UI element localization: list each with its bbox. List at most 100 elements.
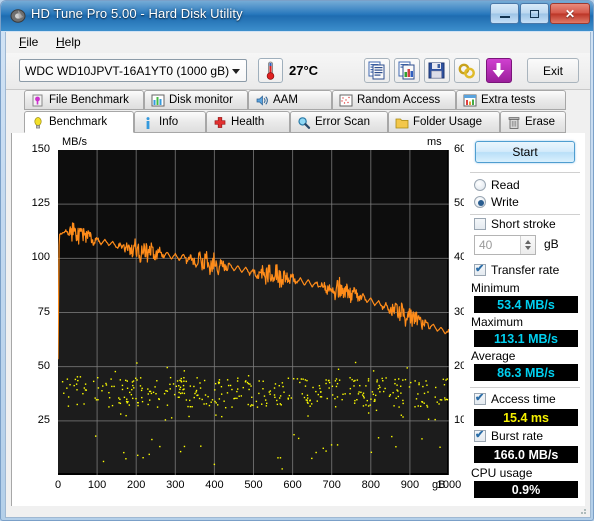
radio-read[interactable]: Read [474, 178, 520, 192]
checkbox-burst-rate-indicator [474, 428, 486, 442]
status-bar [5, 506, 591, 518]
maximize-button[interactable] [520, 3, 549, 24]
y-tick-left-150: 150 [31, 143, 50, 155]
radio-write-indicator [474, 196, 486, 208]
tab-random-access[interactable]: Random Access [332, 90, 456, 110]
tab-erase[interactable]: Erase [500, 111, 566, 133]
benchmark-panel: MB/s ms gB 25 50 75 100 125 150 10 20 30 40 50 60 … [11, 133, 585, 510]
x-tick-800: 800 [361, 479, 380, 491]
checkbox-access-time-indicator [474, 391, 486, 405]
menu-bar: File Help [6, 32, 590, 53]
tab-extra-tests[interactable]: Extra tests [456, 90, 566, 110]
maximize-icon [521, 4, 548, 23]
y-tick-left-125: 125 [31, 197, 50, 210]
x-tick-1000: 1000 [436, 479, 462, 491]
tab-benchmark[interactable]: Benchmark [24, 111, 134, 133]
chevron-down-icon [232, 69, 240, 74]
health-cross-icon [213, 116, 227, 129]
checkbox-transfer-rate[interactable]: Transfer rate [474, 262, 560, 277]
controls-panel: Start Read Write Short stroke 40 gB ✔ Tr… [464, 133, 585, 510]
tab-info-label: Info [159, 116, 179, 128]
x-tick-500: 500 [244, 479, 263, 491]
minimize-button[interactable] [490, 3, 519, 24]
checkbox-transfer-rate-label: Transfer rate [491, 263, 560, 277]
folder-icon [395, 116, 409, 129]
menu-help[interactable]: Help [51, 35, 86, 51]
tool-bar: WDC WD10JPVT-16A1YT0 (1000 gB) 27°C Exit [6, 53, 590, 90]
x-tick-100: 100 [87, 479, 107, 491]
copy-icon[interactable] [364, 58, 390, 83]
stepper-buttons[interactable] [520, 236, 535, 254]
thermometer-icon [266, 61, 275, 80]
tab-file-benchmark-label: File Benchmark [49, 94, 129, 106]
lightbulb-icon [31, 116, 45, 129]
minimum-value: 53.4 MB/s [474, 296, 578, 313]
axis-label-ms: ms [427, 136, 442, 148]
access-time-value: 15.4 ms [474, 409, 578, 426]
checkbox-short-stroke[interactable]: Short stroke [474, 217, 556, 231]
tab-random-access-label: Random Access [357, 94, 441, 106]
checkbox-short-stroke-label: Short stroke [491, 217, 556, 231]
benchmark-graph: MB/s ms gB 25 50 75 100 125 150 10 20 30 40 50 60 … [12, 133, 467, 510]
y-tick-left-75: 75 [37, 305, 50, 318]
tab-benchmark-label: Benchmark [49, 116, 108, 128]
x-tick-400: 400 [205, 479, 224, 491]
title-bar: HD Tune Pro 5.00 - Hard Disk Utility ✕ [1, 1, 593, 31]
short-stroke-value: 40 [479, 238, 493, 252]
maximum-label: Maximum [471, 315, 524, 329]
resize-grip-icon[interactable] [577, 505, 587, 515]
tab-error-scan[interactable]: Error Scan [290, 111, 388, 133]
copy-graph-icon[interactable] [394, 58, 420, 83]
window-title: HD Tune Pro 5.00 - Hard Disk Utility [31, 6, 243, 21]
app-window: HD Tune Pro 5.00 - Hard Disk Utility ✕ F… [0, 0, 594, 521]
tab-extra-tests-label: Extra tests [481, 94, 536, 106]
tab-info[interactable]: Info [134, 111, 206, 133]
menu-file-label: ile [26, 35, 39, 49]
tab-folder-usage[interactable]: Folder Usage [388, 111, 500, 133]
tab-file-benchmark[interactable]: File Benchmark [24, 90, 144, 110]
exit-button[interactable]: Exit [527, 58, 579, 83]
tabs-row-bottom: Benchmark Info Health Error Scan Folder … [6, 111, 590, 134]
divider-2 [470, 214, 580, 215]
radio-write[interactable]: Write [474, 195, 519, 209]
tab-erase-label: Erase [525, 116, 556, 128]
tab-error-scan-label: Error Scan [315, 116, 370, 128]
checkbox-access-time[interactable]: Access time [474, 391, 556, 406]
tab-disk-monitor-label: Disk monitor [169, 94, 233, 106]
maximum-value: 113.1 MB/s [474, 330, 578, 347]
file-benchmark-icon [31, 94, 45, 107]
start-button-label: Start [512, 145, 538, 159]
tab-disk-monitor[interactable]: Disk monitor [144, 90, 248, 110]
divider-3 [470, 387, 580, 388]
tab-health[interactable]: Health [206, 111, 290, 133]
options-icon[interactable] [454, 58, 480, 83]
y-tick-left-25: 25 [37, 413, 50, 426]
stepper-down-icon[interactable] [525, 246, 531, 250]
radio-read-label: Read [491, 178, 520, 192]
cpu-usage-label: CPU usage [471, 466, 533, 480]
checkbox-transfer-rate-indicator [474, 262, 486, 276]
radio-write-label: Write [491, 195, 519, 209]
menu-help-label: elp [64, 35, 81, 49]
trash-icon [507, 116, 521, 129]
stepper-up-icon[interactable] [525, 240, 531, 244]
download-icon[interactable] [486, 58, 512, 83]
x-tick-900: 900 [400, 479, 420, 491]
menu-file[interactable]: File [14, 35, 43, 51]
tab-aam[interactable]: AAM [248, 90, 332, 110]
x-tick-0: 0 [54, 479, 62, 491]
y-tick-left-100: 100 [31, 251, 50, 264]
magnifier-icon [297, 116, 311, 129]
tabs-row-top: File Benchmark Disk monitor AAM Random A… [6, 90, 590, 111]
start-button[interactable]: Start [475, 141, 575, 163]
short-stroke-stepper[interactable]: 40 [474, 235, 536, 255]
checkbox-burst-rate[interactable]: Burst rate [474, 428, 544, 443]
y-tick-left-50: 50 [37, 359, 50, 372]
drive-select[interactable]: WDC WD10JPVT-16A1YT0 (1000 gB) [19, 59, 247, 82]
axis-label-mbs: MB/s [62, 136, 88, 148]
checkbox-burst-rate-label: Burst rate [491, 429, 544, 443]
close-button[interactable]: ✕ [550, 3, 590, 24]
short-stroke-unit: gB [544, 237, 559, 251]
cpu-usage-value: 0.9% [474, 481, 578, 498]
save-icon[interactable] [424, 58, 450, 83]
